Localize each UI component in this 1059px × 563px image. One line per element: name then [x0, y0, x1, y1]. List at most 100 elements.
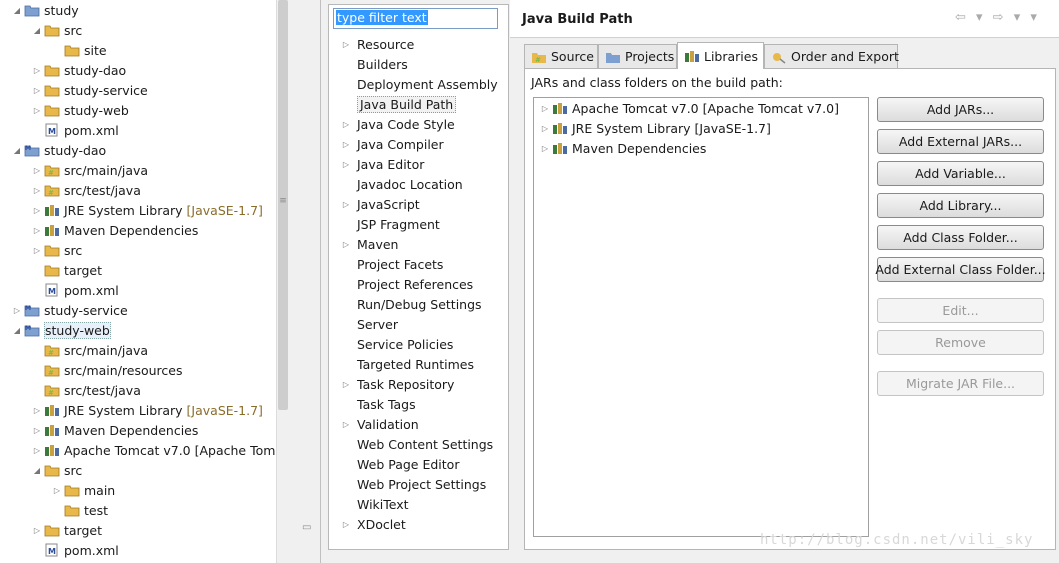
expand-toggle-icon[interactable]: ▷ — [32, 425, 42, 435]
nav-item[interactable]: JSP Fragment — [340, 214, 440, 234]
tab-libraries[interactable]: Libraries — [677, 42, 764, 69]
add-jars-button[interactable]: Add JARs... — [877, 97, 1044, 122]
nav-item[interactable]: Web Page Editor — [340, 454, 459, 474]
tree-item[interactable]: # src/main/java — [32, 340, 148, 360]
add-external-class-folder-button[interactable]: Add External Class Folder... — [875, 257, 1046, 282]
tree-item[interactable]: ▷ Mstudy-service — [12, 300, 128, 320]
nav-item[interactable]: Project References — [340, 274, 473, 294]
expand-toggle-icon[interactable]: ▷ — [340, 379, 352, 389]
tree-item[interactable]: ▷ study-dao — [32, 60, 126, 80]
nav-item[interactable]: ▷ Resource — [340, 34, 414, 54]
add-class-folder-button[interactable]: Add Class Folder... — [877, 225, 1044, 250]
expand-toggle-icon[interactable]: ▷ — [12, 305, 22, 315]
expand-toggle-icon[interactable]: ▷ — [340, 39, 352, 49]
expand-toggle-icon[interactable]: ◢ — [12, 5, 22, 15]
expand-toggle-icon[interactable]: ▷ — [340, 159, 352, 169]
tree-item[interactable]: ◢ study — [12, 0, 79, 20]
tree-item[interactable]: Mpom.xml — [32, 120, 119, 140]
tree-item[interactable]: ▷ JRE System Library [JavaSE-1.7] — [32, 400, 263, 420]
expand-toggle-icon[interactable]: ▷ — [32, 65, 42, 75]
nav-item[interactable]: Server — [340, 314, 398, 334]
expand-toggle-icon[interactable]: ▷ — [540, 143, 550, 153]
expand-toggle-icon[interactable]: ▷ — [540, 123, 550, 133]
expand-toggle-icon[interactable]: ▷ — [340, 519, 352, 529]
nav-item[interactable]: ▷ Task Repository — [340, 374, 455, 394]
tree-item[interactable]: ▷ target — [32, 520, 102, 540]
expand-toggle-icon[interactable]: ◢ — [12, 145, 22, 155]
expand-toggle-icon[interactable]: ▷ — [340, 199, 352, 209]
expand-toggle-icon[interactable]: ▷ — [32, 225, 42, 235]
remove-button[interactable]: Remove — [877, 330, 1044, 355]
nav-item[interactable]: ▷ Java Editor — [340, 154, 424, 174]
add-variable-button[interactable]: Add Variable... — [877, 161, 1044, 186]
nav-item[interactable]: Project Facets — [340, 254, 443, 274]
expand-toggle-icon[interactable]: ▷ — [340, 119, 352, 129]
expand-toggle-icon[interactable]: ▷ — [32, 185, 42, 195]
tree-item[interactable]: target — [32, 260, 102, 280]
nav-item[interactable]: WikiText — [340, 494, 409, 514]
nav-item[interactable]: Web Content Settings — [340, 434, 493, 454]
library-tree[interactable]: ▷ Apache Tomcat v7.0 [Apache Tomcat v7.0]… — [533, 97, 869, 537]
expand-toggle-icon[interactable]: ▷ — [340, 239, 352, 249]
edit-button[interactable]: Edit... — [877, 298, 1044, 323]
expand-toggle-icon[interactable]: ◢ — [12, 325, 22, 335]
tree-item[interactable]: # src/test/java — [32, 380, 141, 400]
tree-item[interactable]: # src/main/resources — [32, 360, 182, 380]
nav-item[interactable]: Service Policies — [340, 334, 453, 354]
expand-toggle-icon[interactable]: ▷ — [32, 165, 42, 175]
nav-item[interactable]: Web Project Settings — [340, 474, 486, 494]
expand-toggle-icon[interactable]: ▷ — [32, 205, 42, 215]
tree-item[interactable]: ▷ Maven Dependencies — [32, 220, 198, 240]
history-nav-icons[interactable]: ⇦ ▾ ⇨ ▾ ▾ — [955, 10, 1040, 25]
nav-item[interactable]: Targeted Runtimes — [340, 354, 474, 374]
expand-toggle-icon[interactable]: ▷ — [540, 103, 550, 113]
tree-item[interactable]: ◢ Mstudy-web — [12, 320, 111, 340]
tree-item[interactable]: test — [52, 500, 108, 520]
tree-item[interactable]: ▷ study-service — [32, 80, 148, 100]
tree-item[interactable]: site — [52, 40, 107, 60]
expand-toggle-icon[interactable]: ▷ — [340, 419, 352, 429]
tree-item[interactable]: ▷ study-web — [32, 100, 129, 120]
expand-toggle-icon[interactable]: ▷ — [340, 139, 352, 149]
expand-toggle-icon[interactable]: ▷ — [32, 105, 42, 115]
nav-item[interactable]: ▷ Java Code Style — [340, 114, 455, 134]
nav-item[interactable]: ▷ JavaScript — [340, 194, 420, 214]
library-item[interactable]: ▷ JRE System Library [JavaSE-1.7] — [540, 118, 771, 138]
expand-toggle-icon[interactable]: ▷ — [32, 525, 42, 535]
expand-toggle-icon[interactable]: ▷ — [32, 405, 42, 415]
tab-order-and-export[interactable]: Order and Export — [764, 44, 899, 68]
expand-toggle-icon[interactable]: ▷ — [32, 445, 42, 455]
expand-toggle-icon[interactable]: ◢ — [32, 25, 42, 35]
nav-item[interactable]: Javadoc Location — [340, 174, 463, 194]
nav-item[interactable]: Deployment Assembly — [340, 74, 498, 94]
nav-item[interactable]: ▷ Maven — [340, 234, 399, 254]
library-item[interactable]: ▷ Apache Tomcat v7.0 [Apache Tomcat v7.0] — [540, 98, 839, 118]
tab-source[interactable]: # Source — [524, 44, 598, 68]
expand-toggle-icon[interactable]: ▷ — [32, 85, 42, 95]
nav-item[interactable]: Builders — [340, 54, 408, 74]
tree-item[interactable]: ▷ JRE System Library [JavaSE-1.7] — [32, 200, 263, 220]
expand-toggle-icon[interactable]: ◢ — [32, 465, 42, 475]
tree-item[interactable]: Mpom.xml — [32, 280, 119, 300]
tree-item[interactable]: ◢ src — [32, 460, 82, 480]
tree-item[interactable]: ◢ src — [32, 20, 82, 40]
expand-toggle-icon[interactable]: ▷ — [52, 485, 62, 495]
add-external-jars-button[interactable]: Add External JARs... — [877, 129, 1044, 154]
nav-item[interactable]: ▷ Validation — [340, 414, 419, 434]
minimized-view-icon[interactable]: ▭ — [302, 522, 316, 534]
tree-item[interactable]: ▷ # src/main/java — [32, 160, 148, 180]
tree-item[interactable]: Mpom.xml — [32, 540, 119, 560]
nav-item[interactable]: Java Build Path — [340, 94, 457, 114]
tree-item[interactable]: ▷ src — [32, 240, 82, 260]
filter-input[interactable]: type filter text — [333, 8, 498, 29]
tab-projects[interactable]: Projects — [598, 44, 677, 68]
nav-item[interactable]: ▷ Java Compiler — [340, 134, 444, 154]
tree-item[interactable]: ▷ Maven Dependencies — [32, 420, 198, 440]
tree-item[interactable]: ◢ Mstudy-dao — [12, 140, 106, 160]
tree-item[interactable]: ▷ Apache Tomcat v7.0 [Apache Tomca — [32, 440, 276, 460]
nav-item[interactable]: Run/Debug Settings — [340, 294, 482, 314]
add-library-button[interactable]: Add Library... — [877, 193, 1044, 218]
nav-item[interactable]: ▷ XDoclet — [340, 514, 406, 534]
tree-item[interactable]: ▷ # src/test/java — [32, 180, 141, 200]
nav-item[interactable]: Task Tags — [340, 394, 416, 414]
